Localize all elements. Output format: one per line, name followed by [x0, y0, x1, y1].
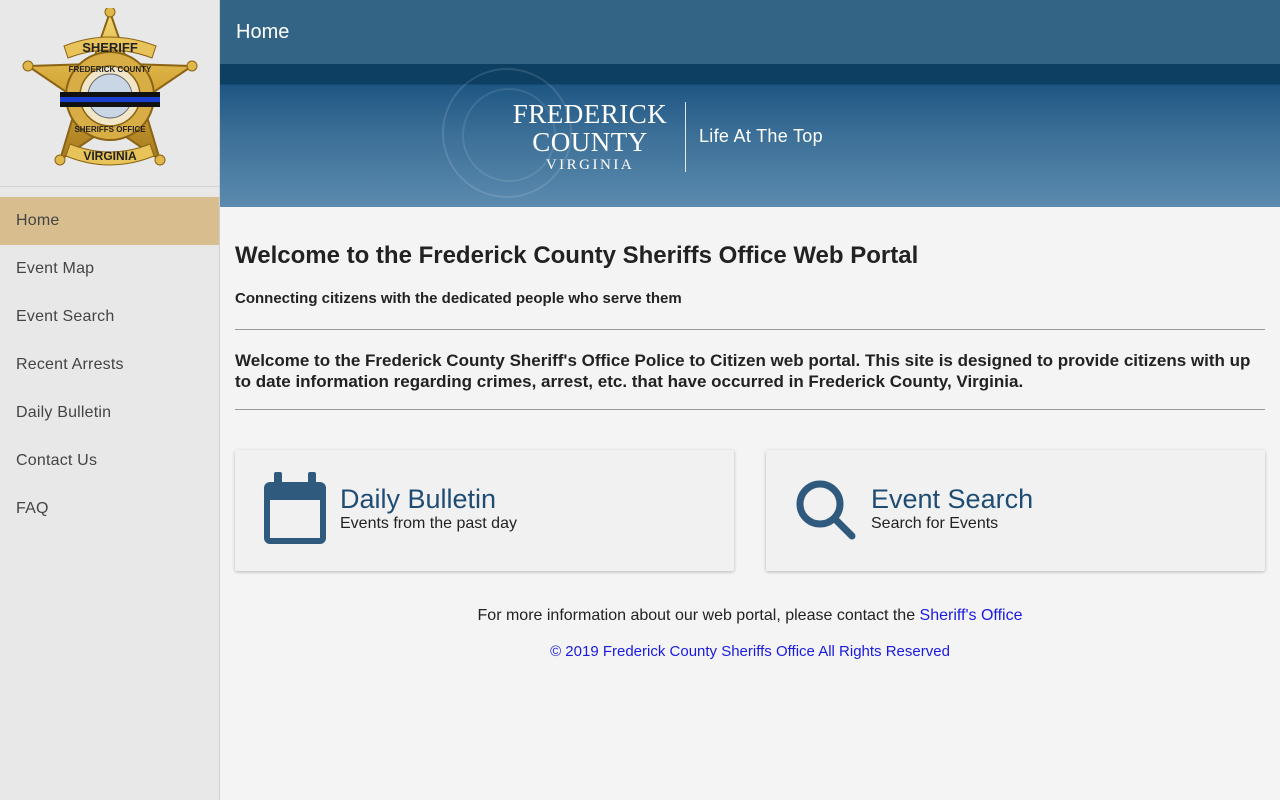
sidebar-item-label: Event Map: [16, 260, 95, 277]
county-wordmark-line2: COUNTY: [532, 127, 648, 157]
event-search-card[interactable]: Event Search Search for Events: [766, 450, 1265, 571]
footer-contact-text: For more information about our web porta…: [235, 607, 1265, 625]
sidebar-item-label: Daily Bulletin: [16, 404, 112, 421]
badge-banner-text: VIRGINIA: [83, 149, 137, 163]
page-header-title: Home: [236, 20, 290, 43]
county-wordmark-line1: FREDERICK: [512, 99, 668, 129]
sidebar-item-faq[interactable]: FAQ: [0, 485, 219, 533]
sidebar-item-contact-us[interactable]: Contact Us: [0, 437, 219, 485]
sidebar: SHERIFF FREDERICK COUNTY SHERIFFS OFFICE…: [0, 0, 220, 800]
banner-tagline: Life At The Top: [699, 126, 823, 146]
sidebar-item-label: Home: [16, 212, 60, 229]
logo-area: SHERIFF FREDERICK COUNTY SHERIFFS OFFICE…: [0, 0, 219, 187]
search-icon: [796, 480, 856, 540]
footer-info-text: For more information about our web porta…: [477, 607, 920, 624]
county-banner: FREDERICK COUNTY VIRGINIA Life At The To…: [220, 64, 1280, 207]
top-app-bar: Home: [220, 0, 1280, 64]
card-description: Events from the past day: [340, 515, 517, 532]
banner-divider: [685, 102, 686, 172]
sidebar-nav: Home Event Map Event Search Recent Arres…: [0, 197, 219, 533]
divider: [235, 329, 1265, 330]
page-title: Welcome to the Frederick County Sheriffs…: [235, 242, 919, 269]
quick-link-cards: Daily Bulletin Events from the past day …: [235, 450, 1265, 571]
intro-text: Welcome to the Frederick County Sheriff'…: [235, 351, 1251, 391]
card-description: Search for Events: [871, 515, 999, 532]
sidebar-item-label: FAQ: [16, 500, 49, 517]
county-wordmark-line3: VIRGINIA: [545, 157, 635, 173]
calendar-icon: [264, 472, 326, 544]
sidebar-item-recent-arrests[interactable]: Recent Arrests: [0, 341, 219, 389]
sheriffs-office-link[interactable]: Sheriff's Office: [920, 607, 1023, 624]
sidebar-item-home[interactable]: Home: [0, 197, 219, 245]
daily-bulletin-card[interactable]: Daily Bulletin Events from the past day: [235, 450, 734, 571]
sidebar-item-label: Contact Us: [16, 452, 98, 469]
sidebar-item-label: Recent Arrests: [16, 356, 124, 373]
badge-top-text: SHERIFF: [82, 40, 138, 55]
page-subtitle: Connecting citizens with the dedicated p…: [235, 290, 682, 307]
sheriff-badge-logo: SHERIFF FREDERICK COUNTY SHERIFFS OFFICE…: [22, 8, 197, 166]
sidebar-item-daily-bulletin[interactable]: Daily Bulletin: [0, 389, 219, 437]
main-content: Welcome to the Frederick County Sheriffs…: [235, 207, 1265, 660]
sidebar-item-event-map[interactable]: Event Map: [0, 245, 219, 293]
copyright-text: © 2019 Frederick County Sheriffs Office …: [550, 643, 950, 660]
county-wordmark: FREDERICK COUNTY VIRGINIA: [500, 100, 680, 174]
badge-bottom-text: SHERIFFS OFFICE: [74, 125, 146, 134]
sidebar-item-event-search[interactable]: Event Search: [0, 293, 219, 341]
sidebar-item-label: Event Search: [16, 308, 115, 325]
divider: [235, 409, 1265, 410]
card-title: Event Search: [871, 484, 1034, 514]
card-title: Daily Bulletin: [340, 484, 497, 514]
badge-ring-text: FREDERICK COUNTY: [68, 65, 151, 74]
